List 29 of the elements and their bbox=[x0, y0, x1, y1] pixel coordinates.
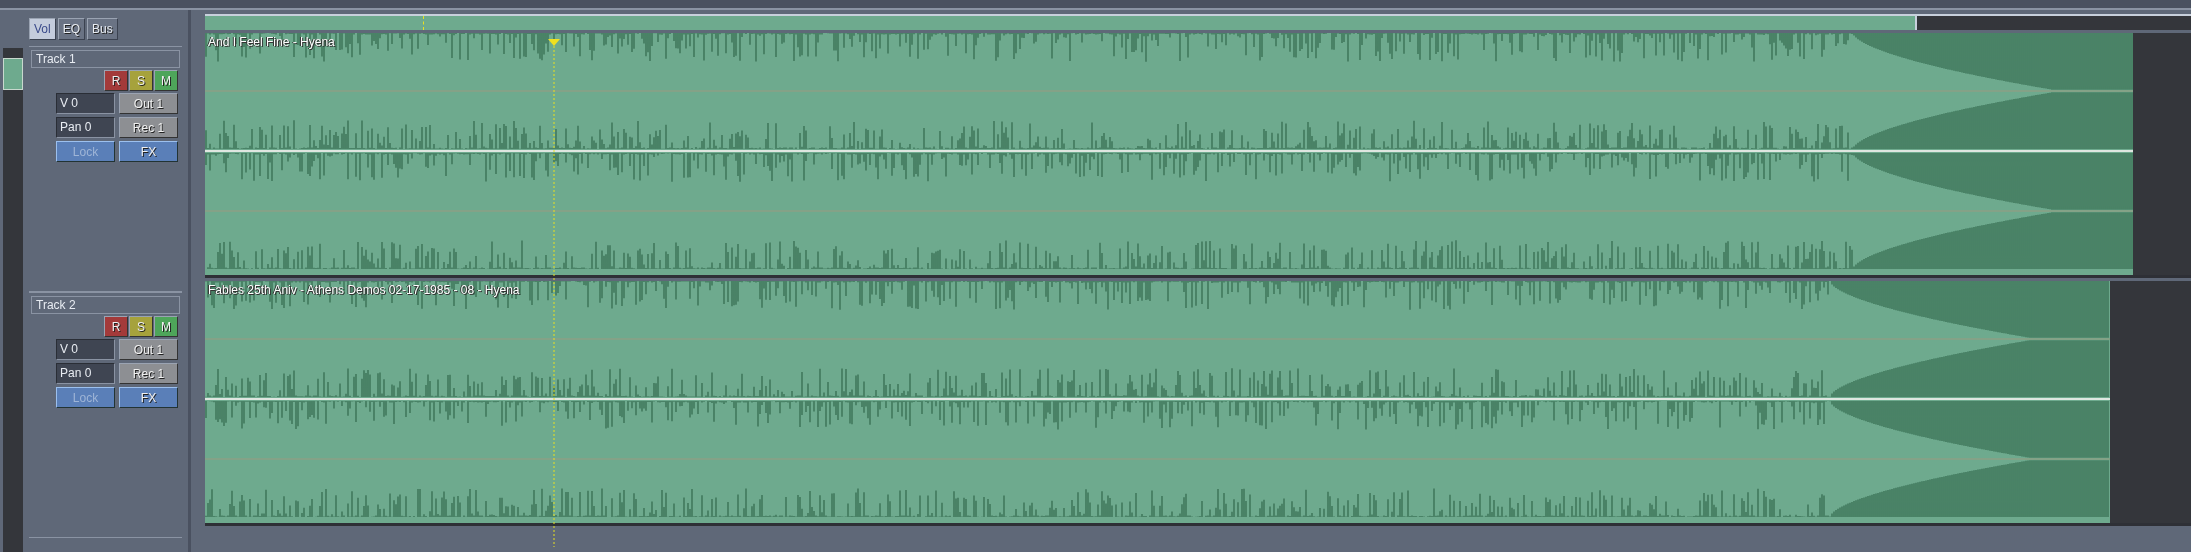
overview-bar[interactable] bbox=[205, 14, 2191, 30]
mixer-tab[interactable]: Bus bbox=[87, 18, 118, 40]
input-button[interactable]: Rec 1 bbox=[119, 363, 178, 384]
track-name[interactable]: Track 2 bbox=[31, 296, 180, 314]
audio-clip[interactable]: Fables 25th Aniv - Athens Demos 02-17-1985 - 08 - Hyena bbox=[205, 281, 2110, 523]
mixer-tab[interactable]: EQ bbox=[57, 18, 86, 40]
scroll-thumb[interactable] bbox=[3, 58, 23, 90]
fx-button[interactable]: FX bbox=[119, 387, 178, 408]
input-button[interactable]: Rec 1 bbox=[119, 117, 178, 138]
pan-field[interactable]: Pan 0 bbox=[56, 117, 115, 138]
mute-button[interactable]: M bbox=[154, 70, 178, 91]
scrollbar[interactable] bbox=[3, 48, 23, 552]
pan-field[interactable]: Pan 0 bbox=[56, 363, 115, 384]
output-button[interactable]: Out 1 bbox=[119, 93, 178, 114]
clip-title: And I Feel Fine - Hyena bbox=[208, 35, 335, 49]
record-button[interactable]: R bbox=[104, 316, 128, 337]
mixer-tab[interactable]: Vol bbox=[29, 18, 56, 40]
output-button[interactable]: Out 1 bbox=[119, 339, 178, 360]
clip-title: Fables 25th Aniv - Athens Demos 02-17-1985 - 08 - Hyena bbox=[208, 283, 520, 297]
audio-clip[interactable]: And I Feel Fine - Hyena bbox=[205, 33, 2133, 275]
playhead-marker[interactable] bbox=[548, 39, 560, 547]
fx-button[interactable]: FX bbox=[119, 141, 178, 162]
record-button[interactable]: R bbox=[104, 70, 128, 91]
solo-button[interactable]: S bbox=[129, 70, 153, 91]
volume-field[interactable]: V 0 bbox=[56, 93, 115, 114]
solo-button[interactable]: S bbox=[129, 316, 153, 337]
mute-button[interactable]: M bbox=[154, 316, 178, 337]
track-name[interactable]: Track 1 bbox=[31, 50, 180, 68]
volume-field[interactable]: V 0 bbox=[56, 339, 115, 360]
